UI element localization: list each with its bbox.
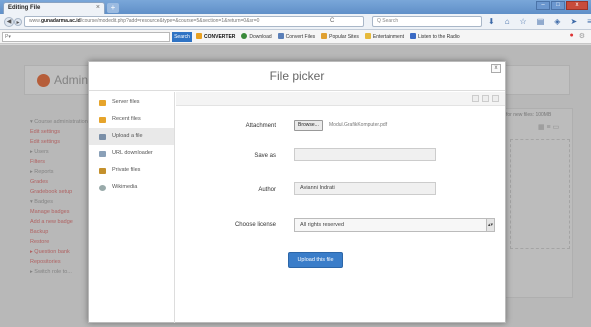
repo-url-downloader[interactable]: URL downloader <box>89 145 174 162</box>
view-toggle <box>472 95 499 102</box>
selected-file-name: Modul.GrafikKomputer.pdf <box>329 122 388 128</box>
repo-label: URL downloader <box>112 150 153 156</box>
toolbar-search-input[interactable]: P▾ <box>2 32 170 42</box>
license-select[interactable]: All rights reserved ▴▾ <box>294 218 495 232</box>
wikimedia-icon <box>99 184 106 191</box>
browser-titlebar: Editing File × + – □ x <box>0 0 591 14</box>
url-path: /course/modedit.php?add=resource&type=&c… <box>80 18 260 24</box>
browser-search-input[interactable]: Q Search <box>372 16 482 27</box>
author-label: Author <box>258 187 276 193</box>
home-icon[interactable]: ⌂ <box>505 17 510 26</box>
license-label: Choose license <box>234 222 276 228</box>
toolbar-right-icons: ● ⚙ <box>569 32 585 40</box>
convert-files-label: Convert Files <box>285 34 316 40</box>
tab-title: Editing File <box>8 5 41 11</box>
entertainment-button[interactable]: Entertainment <box>364 33 404 40</box>
new-tab-button[interactable]: + <box>107 3 119 13</box>
bookmark-star-icon[interactable]: ☆ <box>520 17 527 26</box>
entertainment-icon <box>364 33 371 39</box>
folder-icon <box>99 167 106 174</box>
addon-toolbar: P▾ Search CONVERTER Download Convert Fil… <box>0 30 591 44</box>
file-picker-dialog: File picker x Server files Recent files … <box>88 61 506 323</box>
repo-label: Server files <box>112 99 140 105</box>
reload-icon[interactable]: C <box>330 18 334 24</box>
folder-icon <box>99 99 106 106</box>
popular-sites-label: Popular Sites <box>329 34 359 40</box>
popular-sites-button[interactable]: Popular Sites <box>321 33 359 40</box>
tree-view-icon[interactable] <box>492 95 499 102</box>
addon-red-icon[interactable]: ● <box>569 32 573 40</box>
repo-label: Private files <box>112 167 141 173</box>
download-toolbar-button[interactable]: Download <box>241 33 272 40</box>
chevron-down-icon: ▴▾ <box>486 219 494 231</box>
download-icon[interactable]: ⬇ <box>488 17 495 26</box>
browser-navbar: ◀ ▸ www.gunadarma.ac.id/course/modedit.p… <box>0 14 591 30</box>
repo-wikimedia[interactable]: Wikimedia <box>89 179 174 196</box>
pocket-icon[interactable]: ◈ <box>554 17 560 26</box>
download-label: Download <box>249 34 272 40</box>
license-value: All rights reserved <box>300 222 345 228</box>
toolbar-items: CONVERTER Download Convert Files Popular… <box>196 33 460 40</box>
popular-sites-icon <box>321 33 328 39</box>
content-toolbar <box>176 92 505 106</box>
bookmarks-icon[interactable]: ▤ <box>537 17 545 26</box>
browse-button[interactable]: Browse... <box>294 120 323 131</box>
converter-label: CONVERTER <box>204 34 236 40</box>
repo-label: Upload a file <box>112 133 143 139</box>
forward-button[interactable]: ▸ <box>14 18 22 26</box>
convert-files-icon <box>277 33 284 39</box>
radio-icon <box>410 33 416 39</box>
toolbar-search-button[interactable]: Search <box>172 32 192 42</box>
link-icon <box>99 150 106 157</box>
attachment-label: Attachment <box>245 123 276 129</box>
upload-file-button[interactable]: Upload this file <box>288 252 343 268</box>
list-view-icon[interactable] <box>482 95 489 102</box>
window-close-button[interactable]: x <box>566 1 588 10</box>
send-icon[interactable]: ➤ <box>570 17 577 26</box>
folder-icon <box>99 116 106 123</box>
dialog-close-button[interactable]: x <box>491 64 501 73</box>
save-as-input[interactable] <box>294 148 436 161</box>
url-domain: gunadarma.ac.id <box>40 18 81 24</box>
url-prefix: www. <box>29 18 41 24</box>
converter-icon <box>196 33 202 39</box>
converter-button[interactable]: CONVERTER <box>196 33 235 40</box>
minimize-button[interactable]: – <box>536 1 550 10</box>
menu-icon[interactable]: ≡ <box>587 17 591 26</box>
radio-button[interactable]: Listen to the Radio <box>410 33 460 40</box>
dialog-title: File picker <box>269 69 325 83</box>
repo-label: Recent files <box>112 116 141 122</box>
window-controls: – □ x <box>536 1 588 10</box>
back-button[interactable]: ◀ <box>4 17 14 27</box>
repo-private-files[interactable]: Private files <box>89 162 174 179</box>
save-as-label: Save as <box>254 153 276 159</box>
tab-close-icon[interactable]: × <box>96 4 100 11</box>
browser-tab[interactable]: Editing File × <box>3 2 105 14</box>
url-bar[interactable]: www.gunadarma.ac.id/course/modedit.php?a… <box>24 16 364 27</box>
repo-label: Wikimedia <box>112 184 138 190</box>
radio-label: Listen to the Radio <box>418 34 460 40</box>
browser-nav-icons: ⬇ ⌂ ☆ ▤ ◈ ➤ ≡ <box>488 17 591 26</box>
download-tb-icon <box>241 33 248 39</box>
addon-settings-icon[interactable]: ⚙ <box>579 32 585 40</box>
repo-server-files[interactable]: Server files <box>89 94 174 111</box>
repo-recent-files[interactable]: Recent files <box>89 111 174 128</box>
dialog-header: File picker x <box>89 62 505 91</box>
convert-files-button[interactable]: Convert Files <box>277 33 316 40</box>
upload-icon <box>99 133 106 140</box>
icon-view-icon[interactable] <box>472 95 479 102</box>
author-input[interactable]: Avianni Indrati <box>294 182 436 195</box>
repository-list: Server files Recent files Upload a file … <box>89 92 175 323</box>
entertainment-label: Entertainment <box>372 34 404 40</box>
repo-upload-file[interactable]: Upload a file <box>89 128 174 145</box>
maximize-button[interactable]: □ <box>551 1 565 10</box>
